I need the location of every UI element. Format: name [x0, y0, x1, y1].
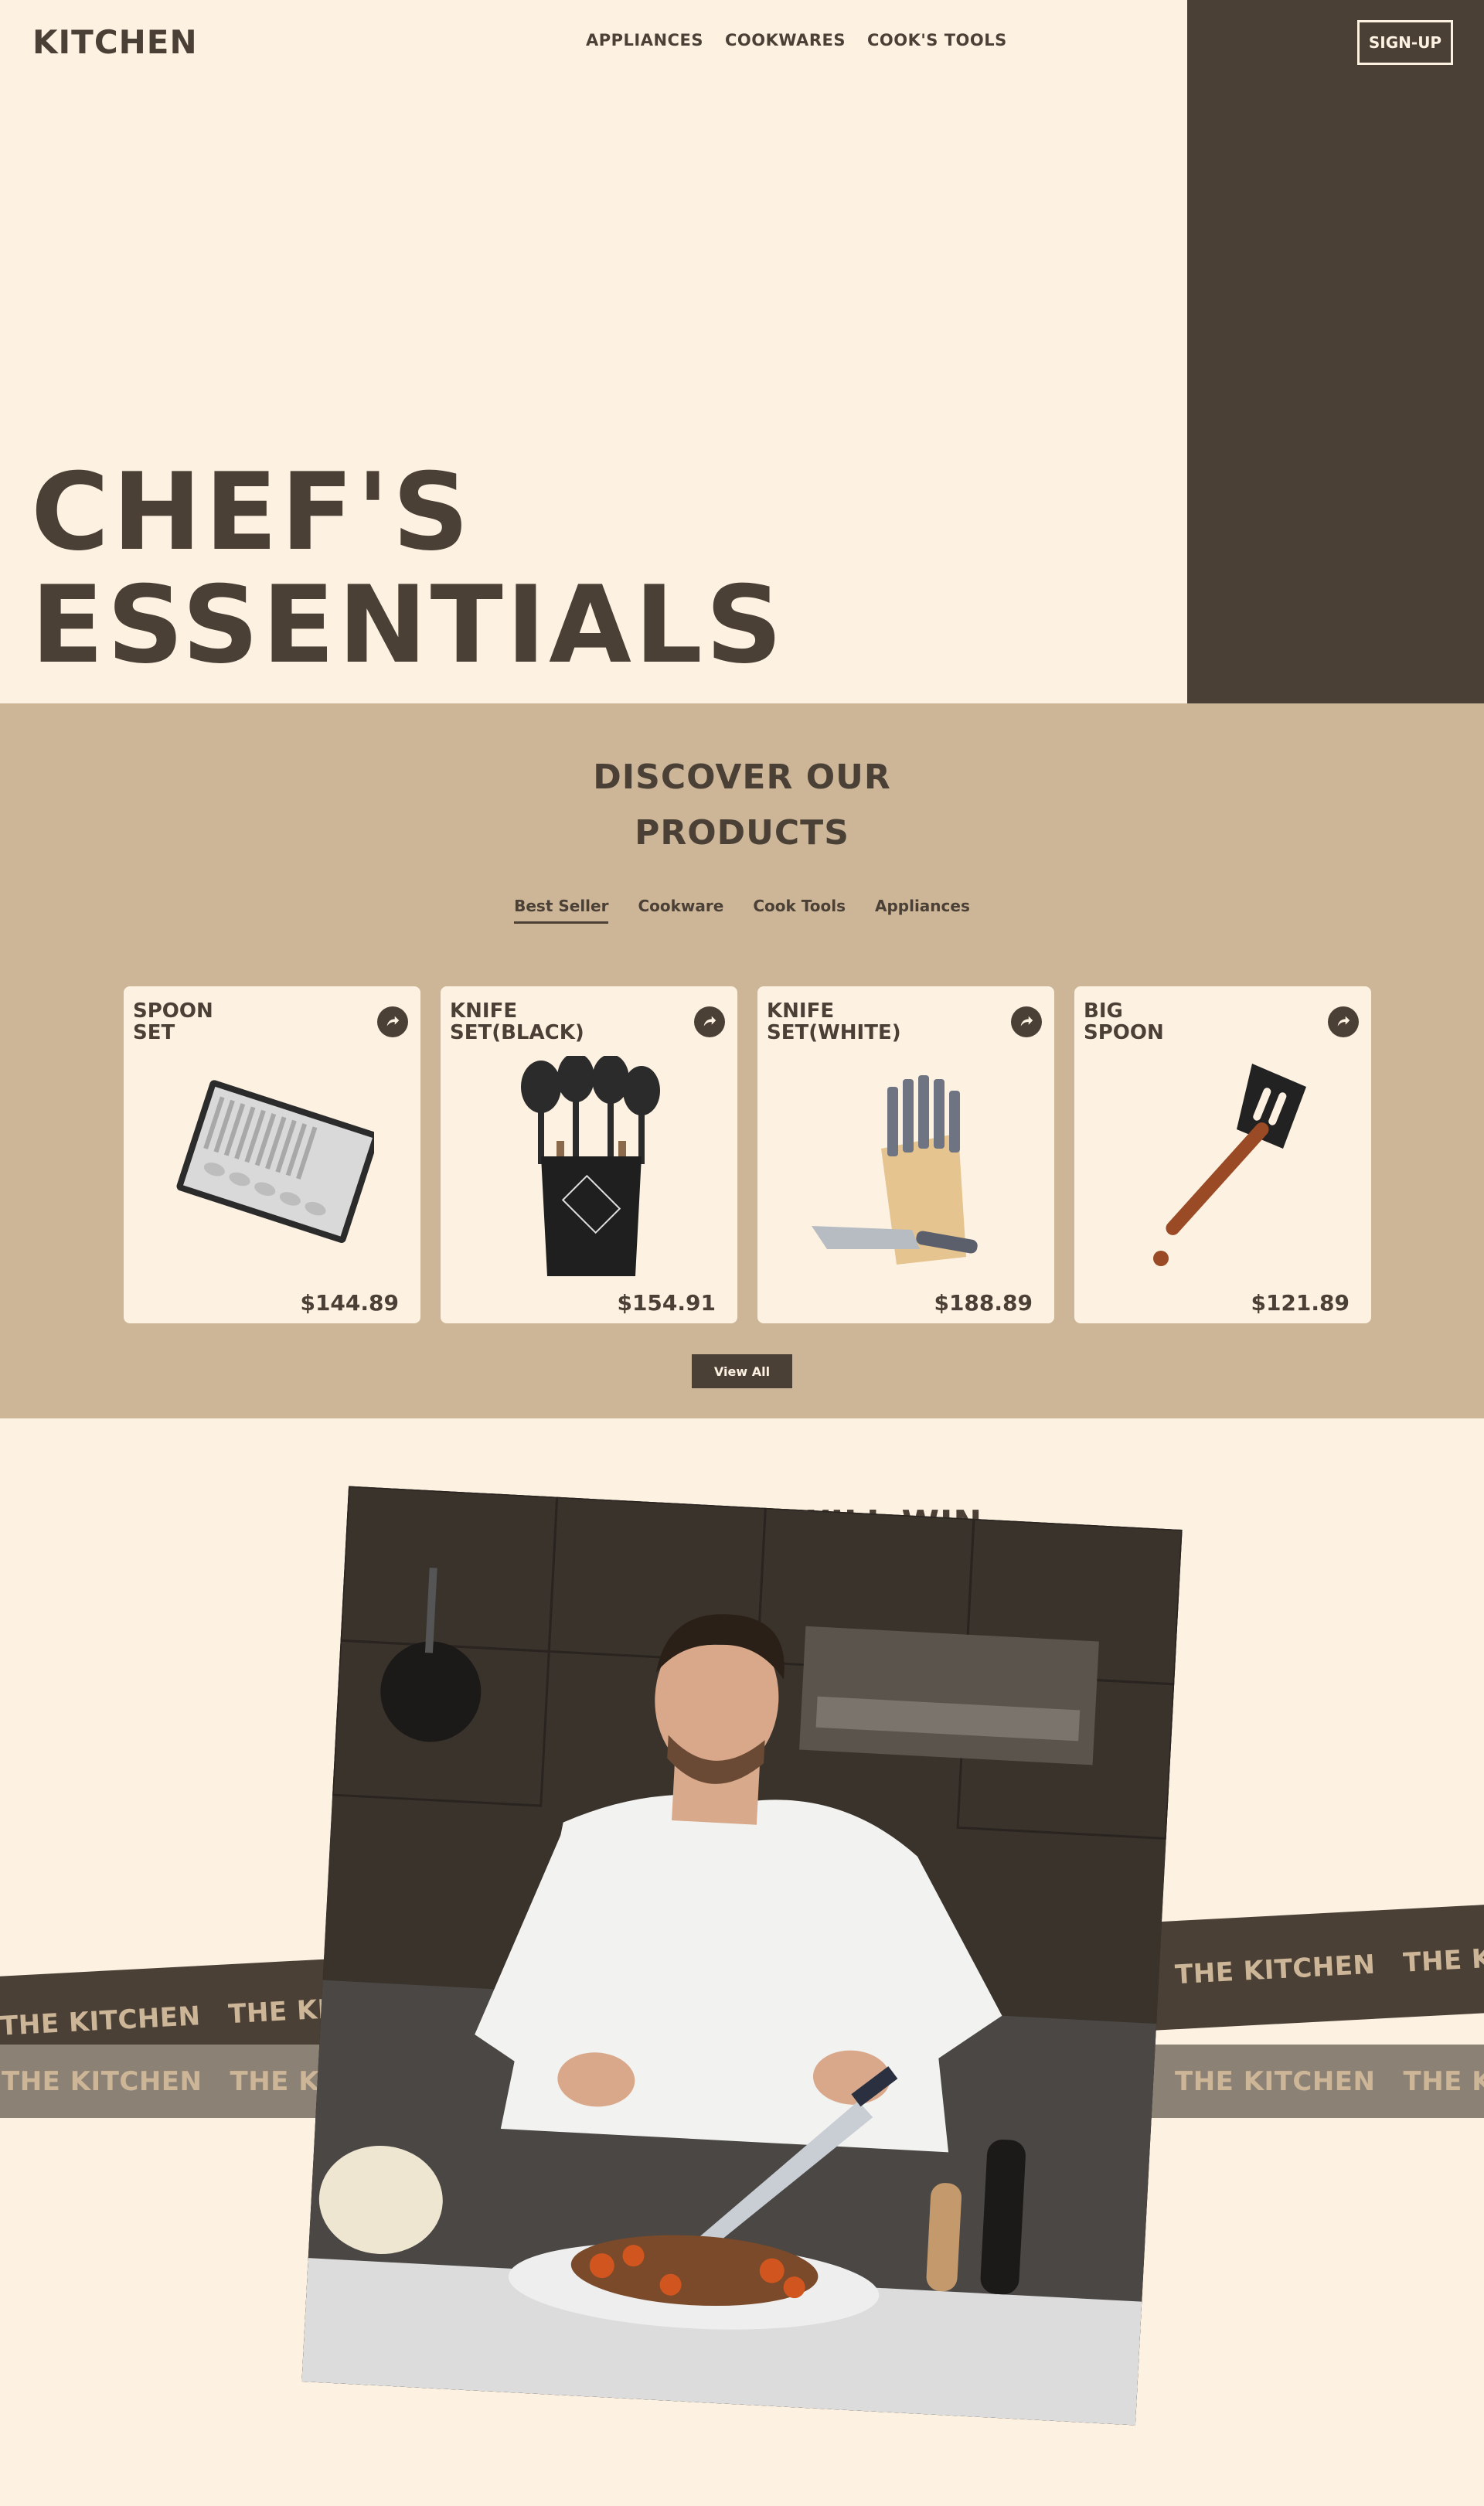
- hero-section: KITCHEN APPLIANCES COOKWARES COOK'S TOOL…: [0, 0, 1484, 703]
- main-nav: APPLIANCES COOKWARES COOK'S TOOLS: [586, 31, 1007, 49]
- marquee-band-right-gray: THE KITCHEN THE KITCHEN: [1144, 2045, 1484, 2118]
- chef-photo: [301, 1486, 1183, 2426]
- product-title-line1: KNIFE: [767, 999, 835, 1023]
- marquee-text: THE KITCHEN: [1402, 1937, 1484, 1979]
- nav-cookwares[interactable]: COOKWARES: [725, 31, 846, 49]
- tab-best-seller[interactable]: Best Seller: [514, 897, 609, 924]
- product-tabs: Best Seller Cookware Cook Tools Applianc…: [0, 897, 1484, 924]
- marquee-text: THE KITCHEN: [1403, 2065, 1484, 2097]
- product-title: SPOON SET: [133, 1000, 318, 1044]
- turner-spatula-image: [1153, 1064, 1306, 1266]
- utensil-holder-image: [521, 1056, 660, 1276]
- hero-dark-panel: [1187, 0, 1484, 703]
- products-title-line2: PRODUCTS: [635, 813, 849, 853]
- product-card[interactable]: BIG SPOON $121.89: [1074, 986, 1371, 1323]
- marquee-band-left-gray: THE KITCHEN THE KITCHEN: [0, 2045, 431, 2118]
- hero-title-line2: ESSENTIALS: [31, 563, 786, 687]
- marquee-text: THE KITCHEN: [1174, 1949, 1377, 1991]
- share-arrow-icon[interactable]: [1328, 1006, 1359, 1037]
- product-title: BIG SPOON: [1084, 1000, 1269, 1044]
- product-title-line2: SET: [133, 1021, 175, 1044]
- nav-cooks-tools[interactable]: COOK'S TOOLS: [867, 31, 1007, 49]
- share-arrow-icon[interactable]: [1011, 1006, 1042, 1037]
- marquee-text: THE KITCHEN: [2, 2065, 203, 2097]
- spoon-set-image: [176, 1080, 374, 1243]
- product-price: $188.89: [934, 1290, 1033, 1316]
- tab-appliances[interactable]: Appliances: [875, 897, 970, 924]
- product-card[interactable]: KNIFE SET(WHITE) $188.89: [757, 986, 1054, 1323]
- view-all-button[interactable]: View All: [692, 1354, 792, 1388]
- hero-title: CHEF'S ESSENTIALS: [31, 456, 785, 682]
- product-price: $154.91: [617, 1290, 716, 1316]
- product-title-line1: SPOON: [133, 999, 213, 1023]
- marquee-text: THE KITCHEN: [0, 2000, 202, 2042]
- tab-cookware[interactable]: Cookware: [638, 897, 723, 924]
- nav-appliances[interactable]: APPLIANCES: [586, 31, 703, 49]
- knife-block-image: [812, 1075, 978, 1265]
- brand-logo[interactable]: KITCHEN: [32, 23, 198, 61]
- product-title-line1: BIG: [1084, 999, 1123, 1023]
- products-title: DISCOVER OUR PRODUCTS: [0, 750, 1484, 861]
- product-title: KNIFE SET(BLACK): [450, 1000, 635, 1044]
- chef-illustration: [301, 1486, 1183, 2426]
- product-card[interactable]: SPOON SET $144.89: [124, 986, 420, 1323]
- product-price: $121.89: [1251, 1290, 1350, 1316]
- share-arrow-icon[interactable]: [694, 1006, 725, 1037]
- product-cards: SPOON SET $144.89 KNIFE SET(BLACK) $154.…: [124, 986, 1371, 1323]
- share-arrow-icon[interactable]: [377, 1006, 408, 1037]
- product-title-line2: SET(BLACK): [450, 1021, 584, 1044]
- marquee-band-right-dark: THE KITCHEN THE KITCHEN: [1141, 1903, 1484, 2031]
- hero-title-line1: CHEF'S: [31, 450, 472, 574]
- product-card[interactable]: KNIFE SET(BLACK) $154.91: [441, 986, 737, 1323]
- product-title-line1: KNIFE: [450, 999, 518, 1023]
- marquee-text: THE KITCHEN: [1175, 2065, 1376, 2097]
- products-section: DISCOVER OUR PRODUCTS Best Seller Cookwa…: [0, 703, 1484, 1418]
- product-title: KNIFE SET(WHITE): [767, 1000, 952, 1044]
- product-title-line2: SET(WHITE): [767, 1021, 901, 1044]
- signup-button[interactable]: SIGN-UP: [1357, 20, 1453, 65]
- tab-cook-tools[interactable]: Cook Tools: [753, 897, 846, 924]
- product-title-line2: SPOON: [1084, 1021, 1164, 1044]
- product-price: $144.89: [300, 1290, 399, 1316]
- products-title-line1: DISCOVER OUR: [593, 758, 891, 797]
